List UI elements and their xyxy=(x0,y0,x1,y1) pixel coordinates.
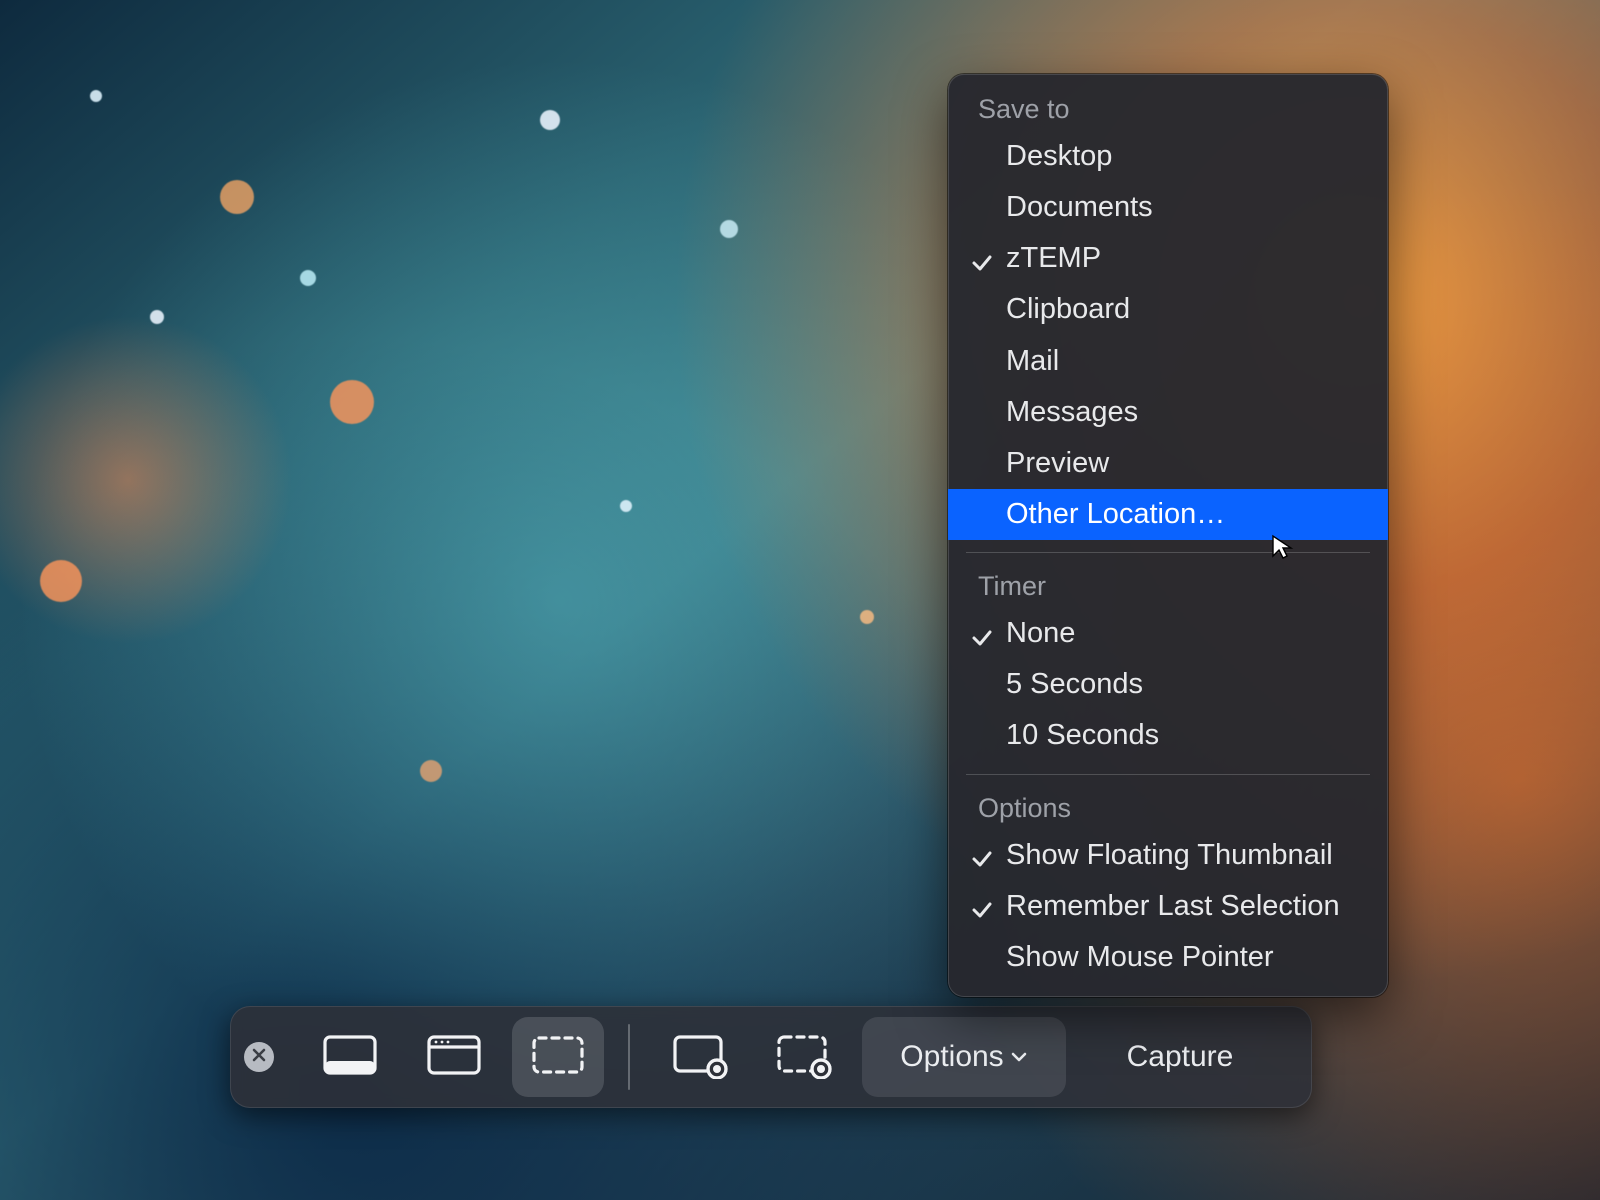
capture-selected-window-button[interactable] xyxy=(408,1017,500,1097)
toolbar-separator xyxy=(628,1024,630,1090)
menu-section-header-timer: Timer xyxy=(948,565,1388,608)
menu-item-label: Documents xyxy=(1006,191,1153,223)
menu-item-label: Remember Last Selection xyxy=(1006,890,1340,922)
menu-section-header-options: Options xyxy=(948,787,1388,830)
options-button[interactable]: Options xyxy=(862,1017,1066,1097)
window-icon xyxy=(425,1031,483,1084)
menu-item-label: Show Mouse Pointer xyxy=(1006,941,1274,973)
menu-item-remember-last-selection[interactable]: Remember Last Selection xyxy=(948,881,1388,932)
record-screen-icon xyxy=(671,1031,729,1084)
capture-entire-screen-button[interactable] xyxy=(304,1017,396,1097)
menu-section-header-save-to: Save to xyxy=(948,88,1388,131)
screen-icon xyxy=(321,1031,379,1084)
options-menu: Save to Desktop Documents zTEMP Clipboar… xyxy=(948,74,1388,997)
menu-item-timer-10s[interactable]: 10 Seconds xyxy=(948,710,1388,761)
menu-item-label: Mail xyxy=(1006,345,1059,377)
menu-item-label: None xyxy=(1006,617,1075,649)
menu-item-timer-5s[interactable]: 5 Seconds xyxy=(948,659,1388,710)
menu-item-label: Messages xyxy=(1006,396,1138,428)
menu-separator xyxy=(966,774,1370,775)
menu-item-show-mouse-pointer[interactable]: Show Mouse Pointer xyxy=(948,932,1388,983)
options-button-label: Options xyxy=(900,1040,1003,1074)
capture-selected-portion-button[interactable] xyxy=(512,1017,604,1097)
screenshot-toolbar: Options Capture xyxy=(230,1006,1312,1108)
menu-item-label: 10 Seconds xyxy=(1006,719,1159,751)
close-icon xyxy=(252,1048,266,1067)
menu-item-documents[interactable]: Documents xyxy=(948,182,1388,233)
record-selected-portion-button[interactable] xyxy=(758,1017,850,1097)
menu-item-ztemp[interactable]: zTEMP xyxy=(948,233,1388,284)
menu-item-mail[interactable]: Mail xyxy=(948,336,1388,387)
capture-button-label: Capture xyxy=(1127,1040,1234,1074)
check-icon xyxy=(970,247,994,271)
close-button[interactable] xyxy=(244,1042,274,1072)
menu-item-other-location[interactable]: Other Location… xyxy=(948,489,1388,540)
chevron-down-icon xyxy=(1010,1040,1028,1074)
record-entire-screen-button[interactable] xyxy=(654,1017,746,1097)
menu-item-desktop[interactable]: Desktop xyxy=(948,131,1388,182)
menu-item-label: Other Location… xyxy=(1006,498,1225,530)
check-icon xyxy=(970,622,994,646)
menu-item-label: zTEMP xyxy=(1006,242,1101,274)
check-icon xyxy=(970,843,994,867)
desktop-wallpaper: Options Capture Save to Desktop Document… xyxy=(0,0,1600,1200)
menu-item-label: Show Floating Thumbnail xyxy=(1006,839,1333,871)
menu-item-label: Clipboard xyxy=(1006,293,1130,325)
menu-item-label: Desktop xyxy=(1006,140,1112,172)
menu-item-show-floating-thumbnail[interactable]: Show Floating Thumbnail xyxy=(948,830,1388,881)
selection-icon xyxy=(529,1031,587,1084)
capture-button[interactable]: Capture xyxy=(1078,1017,1282,1097)
menu-item-label: 5 Seconds xyxy=(1006,668,1143,700)
menu-separator xyxy=(966,552,1370,553)
record-selection-icon xyxy=(775,1031,833,1084)
menu-item-clipboard[interactable]: Clipboard xyxy=(948,284,1388,335)
menu-item-messages[interactable]: Messages xyxy=(948,387,1388,438)
menu-item-preview[interactable]: Preview xyxy=(948,438,1388,489)
menu-item-timer-none[interactable]: None xyxy=(948,608,1388,659)
menu-item-label: Preview xyxy=(1006,447,1109,479)
check-icon xyxy=(970,894,994,918)
